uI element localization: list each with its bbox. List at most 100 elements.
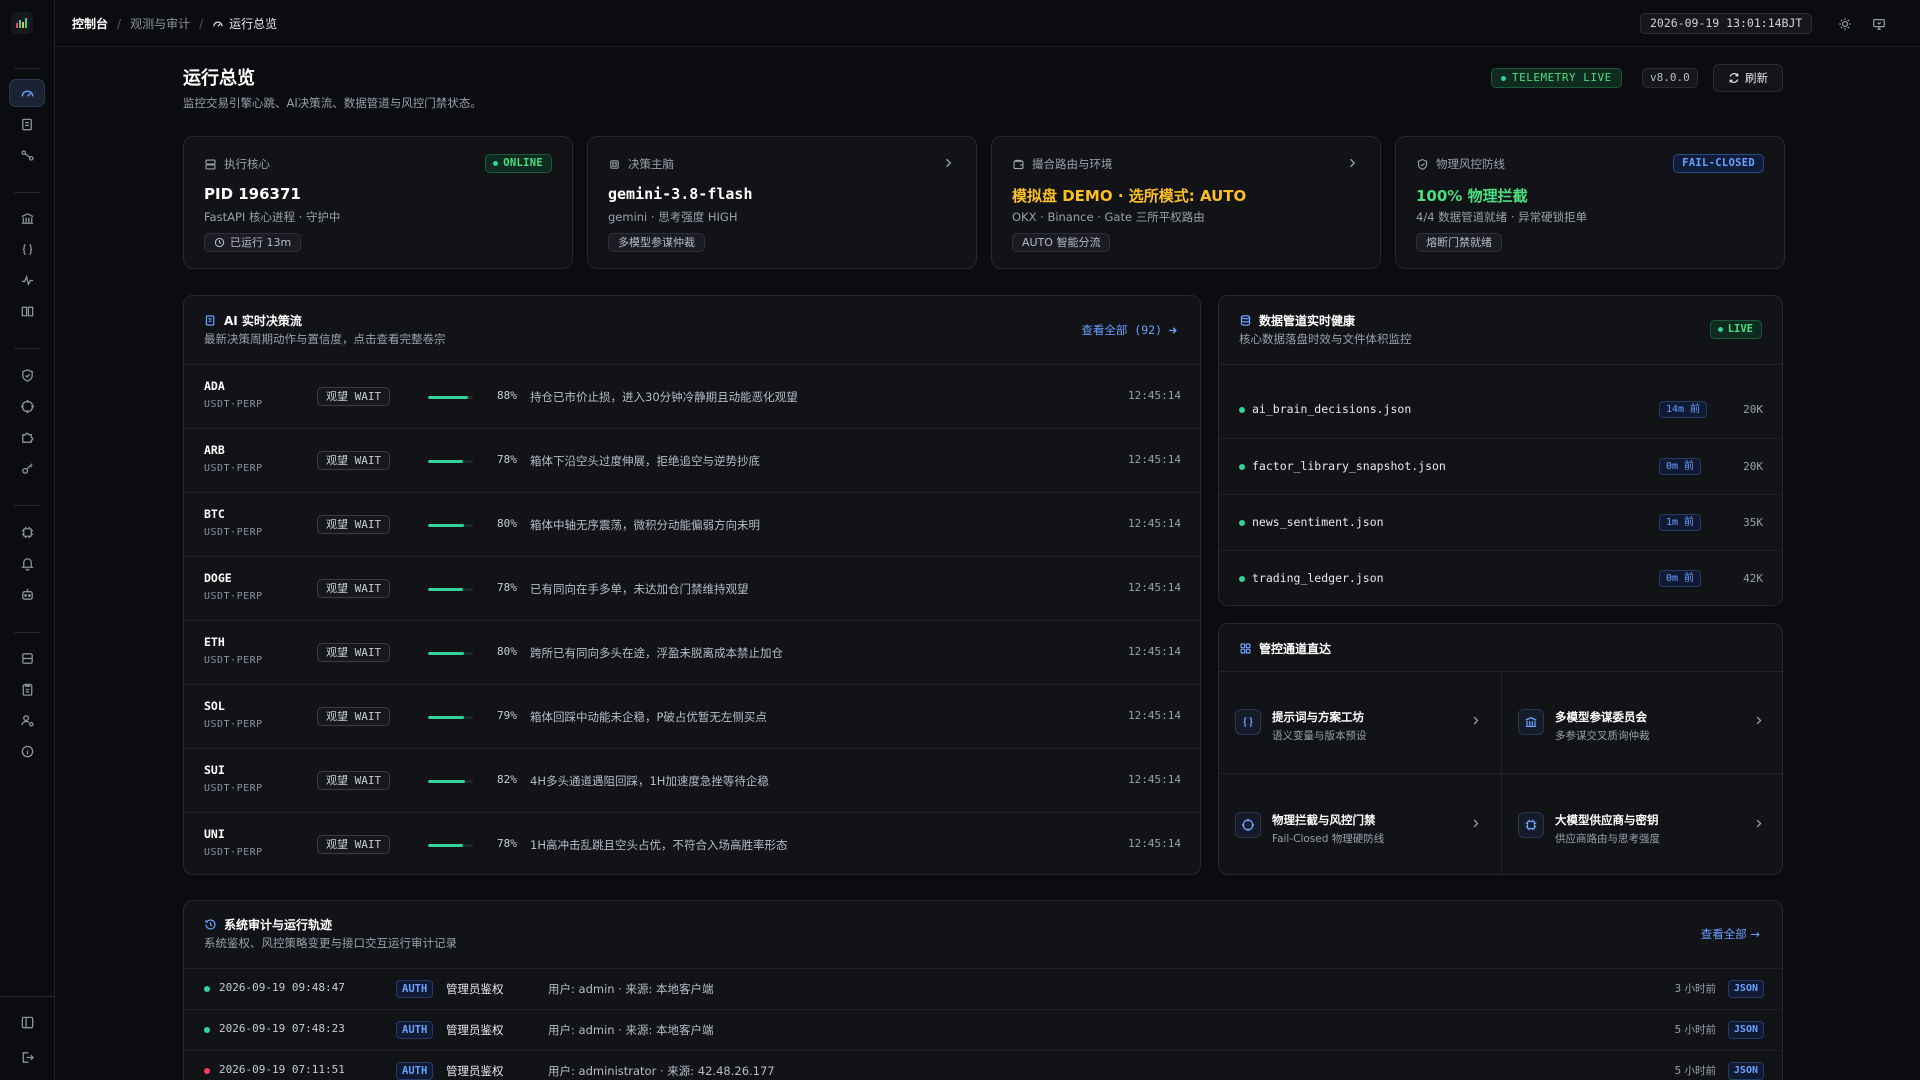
nav-overview[interactable] (9, 79, 45, 107)
audit-row[interactable]: 2026-09-19 07:11:51 AUTH 管理员鉴权 用户: admin… (184, 1050, 1782, 1080)
chevron-right-icon[interactable] (1346, 157, 1358, 169)
decision-reason: 跨所已有同向多头在途，浮盈未脱离成本禁止加仓 (530, 646, 783, 660)
decision-row[interactable]: ADA USDT·PERP 观望 WAIT 88% 持仓已市价止损，进入30分钟… (184, 364, 1200, 428)
panel-left-icon (21, 1016, 33, 1028)
channel-llm-providers[interactable]: 大模型供应商与密钥 供应商路由与思考强度 (1502, 774, 1782, 874)
decision-symbol: SOL (204, 699, 225, 713)
view-all-audit-link[interactable]: 查看全部 → (1701, 926, 1760, 942)
confidence-value: 82% (497, 773, 517, 786)
pipeline-file-row: trading_ledger.json 0m 前 42K (1219, 550, 1782, 605)
stat-card-header: 决策主脑 (608, 156, 674, 172)
stat-card-routing[interactable]: 撮合路由与环境 模拟盘 DEMO · 选所模式: AUTO OKX · Bina… (991, 136, 1381, 269)
stat-card-header: 撮合路由与环境 (1012, 156, 1113, 172)
decision-row[interactable]: UNI USDT·PERP 观望 WAIT 78% 1H高冲击乱跳且空头占优，不… (184, 812, 1200, 874)
decision-action-badge: 观望 WAIT (317, 771, 391, 790)
nav-storage[interactable] (9, 644, 45, 672)
nav-docs[interactable] (9, 297, 45, 325)
nav-routes[interactable] (9, 141, 45, 169)
audit-description: 用户: admin · 来源: 本地客户端 (548, 1023, 714, 1037)
decision-action-badge: 观望 WAIT (317, 835, 391, 854)
pipeline-file-size: 20K (1743, 460, 1763, 473)
decision-row[interactable]: ETH USDT·PERP 观望 WAIT 80% 跨所已有同向多头在途，浮盈未… (184, 620, 1200, 684)
telemetry-status-badge: TELEMETRY LIVE (1491, 68, 1622, 88)
control-channels-panel: 管控通道直达 提示词与方案工坊 语义变量与版本预设 多模型参谋委员会 多参谋交叉… (1218, 623, 1783, 875)
decision-time: 12:45:14 (1128, 837, 1181, 850)
nav-council[interactable] (9, 204, 45, 232)
nav-bots[interactable] (9, 580, 45, 608)
decision-row[interactable]: SOL USDT·PERP 观望 WAIT 79% 箱体回踩中动能未企稳，P破占… (184, 684, 1200, 748)
decision-symbol: ADA (204, 379, 225, 393)
nav-plugins[interactable] (9, 423, 45, 451)
sidebar-divider (14, 348, 40, 349)
info-icon (21, 745, 33, 757)
audit-status-dot (204, 1068, 210, 1074)
stat-card-value: 模拟盘 DEMO · 选所模式: AUTO (1012, 187, 1247, 205)
confidence-value: 80% (497, 517, 517, 530)
sidebar-divider (14, 505, 40, 506)
nav-risk[interactable] (9, 361, 45, 389)
uptime-label: 已运行 13m (230, 236, 292, 249)
channel-model-council[interactable]: 多模型参谋委员会 多参谋交叉质询仲裁 (1502, 671, 1782, 773)
decision-time: 12:45:14 (1128, 645, 1181, 658)
breadcrumb: 控制台 / 观测与审计 / 运行总览 (72, 15, 277, 32)
refresh-icon (1729, 73, 1739, 83)
view-all-decisions-link[interactable]: 查看全部 (92) (1081, 322, 1178, 338)
scroll-icon (205, 315, 215, 326)
pipeline-file-age: 0m 前 (1659, 458, 1702, 475)
decision-row[interactable]: SUI USDT·PERP 观望 WAIT 82% 4H多头通道遇阻回踩，1H加… (184, 748, 1200, 812)
health-dot (1239, 576, 1245, 582)
channel-prompt-workshop[interactable]: 提示词与方案工坊 语义变量与版本预设 (1219, 671, 1501, 773)
health-dot (1239, 520, 1245, 526)
decision-row[interactable]: ARB USDT·PERP 观望 WAIT 78% 箱体下沿空头过度伸展，拒绝追… (184, 428, 1200, 492)
sidebar-divider (14, 68, 40, 69)
nav-strategy[interactable] (9, 266, 45, 294)
audit-status-dot (204, 1027, 210, 1033)
breadcrumb-mid[interactable]: 观测与审计 (130, 15, 190, 32)
decision-reason: 4H多头通道遇阻回踩，1H加速度急挫等待企稳 (530, 774, 769, 788)
decision-symbol: DOGE (204, 571, 232, 585)
nav-models[interactable] (9, 518, 45, 546)
pipeline-file-age: 1m 前 (1659, 514, 1702, 531)
breadcrumb-root[interactable]: 控制台 (72, 15, 108, 32)
display-mode-button[interactable] (1869, 14, 1889, 34)
panel-title: 系统审计与运行轨迹 (204, 916, 332, 933)
monitor-icon (1873, 19, 1885, 30)
chevron-right-icon[interactable] (942, 157, 954, 169)
decision-row[interactable]: BTC USDT·PERP 观望 WAIT 80% 箱体中轴无序震荡，微积分动能… (184, 492, 1200, 556)
stat-card-decision-brain[interactable]: 决策主脑 gemini-3.8-flash gemini · 思考强度 HIGH… (587, 136, 977, 269)
decision-symbol: BTC (204, 507, 225, 521)
database-icon (1240, 315, 1251, 326)
nav-alerts[interactable] (9, 549, 45, 577)
nav-prompts[interactable] (9, 235, 45, 263)
confidence-bar-fill (428, 652, 464, 655)
nav-intercept[interactable] (9, 392, 45, 420)
nav-audit[interactable] (9, 675, 45, 703)
channel-risk-gate[interactable]: 物理拦截与风控门禁 Fail-Closed 物理硬防线 (1219, 774, 1501, 874)
panel-title: 管控通道直达 (1239, 640, 1331, 657)
nav-keys[interactable] (9, 454, 45, 482)
view-json-button[interactable]: JSON (1727, 980, 1764, 998)
audit-row[interactable]: 2026-09-19 09:48:47 AUTH 管理员鉴权 用户: admin… (184, 968, 1782, 1008)
confidence-value: 78% (497, 837, 517, 850)
channel-title: 物理拦截与风控门禁 (1272, 813, 1376, 827)
refresh-button[interactable]: 刷新 (1713, 64, 1783, 92)
nav-decisions[interactable] (9, 110, 45, 138)
decision-action-badge: 观望 WAIT (317, 579, 391, 598)
confidence-bar-fill (428, 396, 468, 399)
view-json-button[interactable]: JSON (1727, 1062, 1764, 1080)
view-json-button[interactable]: JSON (1727, 1021, 1764, 1039)
theme-toggle-button[interactable] (1835, 14, 1855, 34)
crosshair-icon (20, 399, 34, 413)
nav-users[interactable] (9, 706, 45, 734)
audit-row[interactable]: 2026-09-19 07:48:23 AUTH 管理员鉴权 用户: admin… (184, 1009, 1782, 1049)
stat-card-exec-core: 执行核心 ONLINE PID 196371 FastAPI 核心进程 · 守护… (183, 136, 573, 269)
decision-row[interactable]: DOGE USDT·PERP 观望 WAIT 78% 已有同向在手多单，未达加仓… (184, 556, 1200, 620)
channel-title: 提示词与方案工坊 (1272, 710, 1364, 724)
logout-button[interactable] (9, 1043, 45, 1071)
nav-info[interactable] (9, 737, 45, 765)
collapse-sidebar-button[interactable] (9, 1008, 45, 1036)
decision-symbol: ETH (204, 635, 225, 649)
confidence-bar-fill (428, 780, 465, 783)
decision-action-badge: 观望 WAIT (317, 707, 391, 726)
app-logo[interactable] (11, 12, 33, 34)
